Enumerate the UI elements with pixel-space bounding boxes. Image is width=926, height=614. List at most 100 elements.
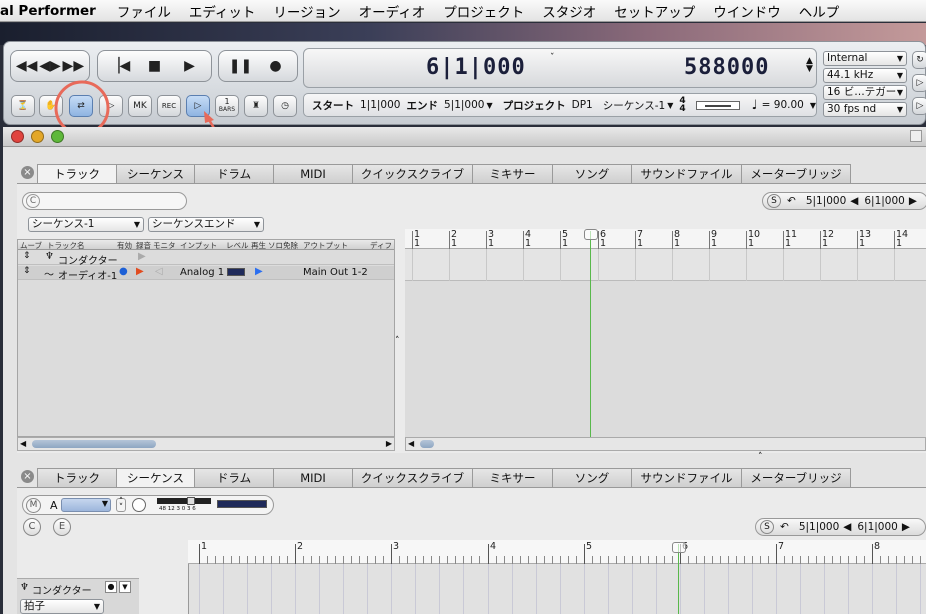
tab-tracks[interactable]: トラック — [37, 164, 117, 184]
chase-icon[interactable]: ▷ — [912, 97, 926, 115]
scroll-right-icon[interactable]: ▶ — [386, 439, 392, 448]
move-handle-icon[interactable]: ⇕ — [23, 266, 31, 276]
c-button[interactable]: C — [23, 518, 41, 536]
e-button[interactable]: E — [53, 518, 71, 536]
nav-right-icon[interactable]: ▶ — [909, 195, 917, 207]
slave-icon[interactable]: ▷ — [912, 74, 926, 92]
tab-song[interactable]: ソング — [552, 468, 632, 487]
tab-midi[interactable]: MIDI — [273, 468, 353, 487]
lane-type-select[interactable]: 拍子 — [20, 599, 104, 614]
enable-dot-icon[interactable]: ● — [119, 266, 128, 277]
pan-knob-icon[interactable] — [132, 498, 146, 512]
tab-sequence[interactable]: シーケンス — [116, 164, 195, 183]
sequence-end-select[interactable]: シーケンスエンド — [148, 217, 264, 232]
track-row[interactable]: ⇕ 〜 オーディオ-1 ● ▶ ◁ Analog 1 ▶ Main Out 1-… — [18, 266, 394, 282]
scroll-thumb[interactable] — [32, 440, 156, 448]
nav-end[interactable]: 6|1|000 — [857, 521, 897, 533]
snap-button[interactable]: S — [767, 194, 781, 208]
online-icon[interactable]: ↻ — [912, 51, 926, 69]
tab-mixer[interactable]: ミキサー — [472, 164, 553, 183]
tab-quickscribe[interactable]: クイックスクライブ — [352, 164, 473, 183]
tab-drums[interactable]: ドラム — [194, 468, 274, 487]
monitor-speaker-icon[interactable]: ◁ — [155, 266, 163, 277]
sync-select[interactable]: Internal — [823, 51, 907, 66]
undo-icon[interactable]: ↶ — [780, 521, 789, 533]
track-output[interactable]: Main Out 1-2 — [303, 267, 368, 278]
tab-quickscribe[interactable]: クイックスクライブ — [352, 468, 473, 487]
tab-sequence[interactable]: シーケンス — [116, 468, 195, 488]
end-value[interactable]: 5|1|000 — [444, 99, 484, 111]
nav-left-icon[interactable]: ◀ — [843, 521, 851, 533]
tab-tracks[interactable]: トラック — [37, 468, 117, 487]
play-enable-icon[interactable]: ▶ — [138, 251, 146, 262]
grid-line — [449, 249, 450, 281]
pane-splitter-icon[interactable]: ˄ — [758, 452, 763, 462]
record-enable-icon[interactable]: ▶ — [136, 266, 144, 277]
timeline-scrollbar[interactable]: ◀ — [405, 437, 926, 451]
timeline-scroll-left-icon[interactable]: ◀ — [408, 439, 414, 448]
sequence-ruler-tick — [584, 544, 585, 564]
nav-right-icon[interactable]: ▶ — [902, 521, 910, 533]
meter[interactable]: 4 4 — [679, 97, 685, 114]
zoom-icon[interactable] — [51, 130, 64, 143]
tab-drums[interactable]: ドラム — [194, 164, 274, 183]
track-menu-icon[interactable]: ▼ — [119, 581, 131, 593]
sample-rate-select[interactable]: 44.1 kHz — [823, 68, 907, 83]
tab-soundbites[interactable]: サウンドファイル — [631, 468, 742, 487]
nav-start[interactable]: 5|1|000 — [806, 195, 846, 207]
nav-end[interactable]: 6|1|000 — [864, 195, 904, 207]
automation-select[interactable]: ▼ — [61, 498, 111, 512]
tab-mixer[interactable]: ミキサー — [472, 468, 553, 487]
scroll-left-icon[interactable]: ◀ — [20, 439, 26, 448]
toolbar-toggle-icon[interactable] — [910, 130, 922, 142]
volume-fader[interactable] — [157, 497, 211, 505]
tab-song[interactable]: ソング — [552, 164, 632, 183]
nav-left-icon[interactable]: ◀ — [850, 195, 858, 207]
minimize-icon[interactable] — [31, 130, 44, 143]
m-button[interactable]: M — [26, 498, 41, 513]
nav-start[interactable]: 5|1|000 — [799, 521, 839, 533]
bottom-playhead-handle[interactable] — [672, 542, 686, 553]
fader-thumb[interactable] — [187, 497, 195, 505]
sequence-select[interactable]: シーケンス-1 — [28, 217, 144, 232]
sequence-track-name[interactable]: コンダクター — [32, 582, 92, 597]
play-enable-icon[interactable]: ▶ — [255, 266, 263, 277]
tempo-value[interactable]: = 90.00 — [762, 99, 804, 111]
track-search-field[interactable]: C — [22, 192, 187, 210]
frame-rate-select[interactable]: 30 fps nd — [823, 102, 907, 117]
tab-soundbites[interactable]: サウンドファイル — [631, 164, 742, 183]
track-name[interactable]: オーディオ-1 — [58, 267, 117, 282]
snap-button[interactable]: S — [760, 520, 774, 534]
undo-icon[interactable]: ↶ — [787, 195, 796, 207]
counter-stepper-icon[interactable]: ▲ ▼ — [806, 57, 813, 74]
move-handle-icon[interactable]: ⇕ — [23, 251, 31, 261]
record-dot-icon[interactable]: ● — [105, 581, 117, 593]
bit-depth-select[interactable]: 16 ビ…テガー — [823, 85, 907, 100]
tab-midi[interactable]: MIDI — [273, 164, 353, 183]
timeline-scroll-thumb[interactable] — [420, 440, 434, 448]
tab-meter-bridge[interactable]: メーターブリッジ — [741, 468, 851, 487]
track-name[interactable]: コンダクター — [58, 252, 118, 267]
track-row[interactable]: ⇕ ♆ コンダクター ▶ — [18, 251, 394, 267]
sequence-menu-icon[interactable]: ▼ — [667, 101, 673, 110]
bottom-pane-close-icon[interactable]: × — [21, 470, 34, 483]
close-icon[interactable] — [11, 130, 24, 143]
main-counter[interactable]: 6|1|000 ˇ 588000 ▲ ▼ — [303, 48, 817, 88]
playhead-handle[interactable] — [584, 229, 598, 240]
sequence-ruler-tick — [552, 556, 553, 564]
sequence-name[interactable]: シーケンス-1 — [603, 98, 665, 113]
tempo-slider[interactable] — [695, 100, 740, 110]
top-pane-close-icon[interactable]: × — [21, 166, 34, 179]
end-menu-icon[interactable]: ▼ — [486, 101, 492, 110]
c-button[interactable]: C — [26, 194, 40, 208]
col-play: 再生 — [251, 241, 266, 250]
tempo-menu-icon[interactable]: ▼ — [810, 101, 816, 110]
timeline-ruler[interactable] — [405, 229, 926, 249]
splitter-handle-icon[interactable]: ˄ — [395, 336, 400, 346]
start-value[interactable]: 1|1|000 — [360, 99, 400, 111]
track-input[interactable]: Analog 1 — [180, 267, 224, 278]
track-list-scrollbar[interactable]: ◀ ▶ — [17, 437, 395, 451]
tab-meter-bridge[interactable]: メーターブリッジ — [741, 164, 851, 183]
automation-stepper-icon[interactable]: ˄ ˅ — [116, 498, 126, 513]
counter-menu-icon[interactable]: ˇ — [550, 53, 555, 63]
